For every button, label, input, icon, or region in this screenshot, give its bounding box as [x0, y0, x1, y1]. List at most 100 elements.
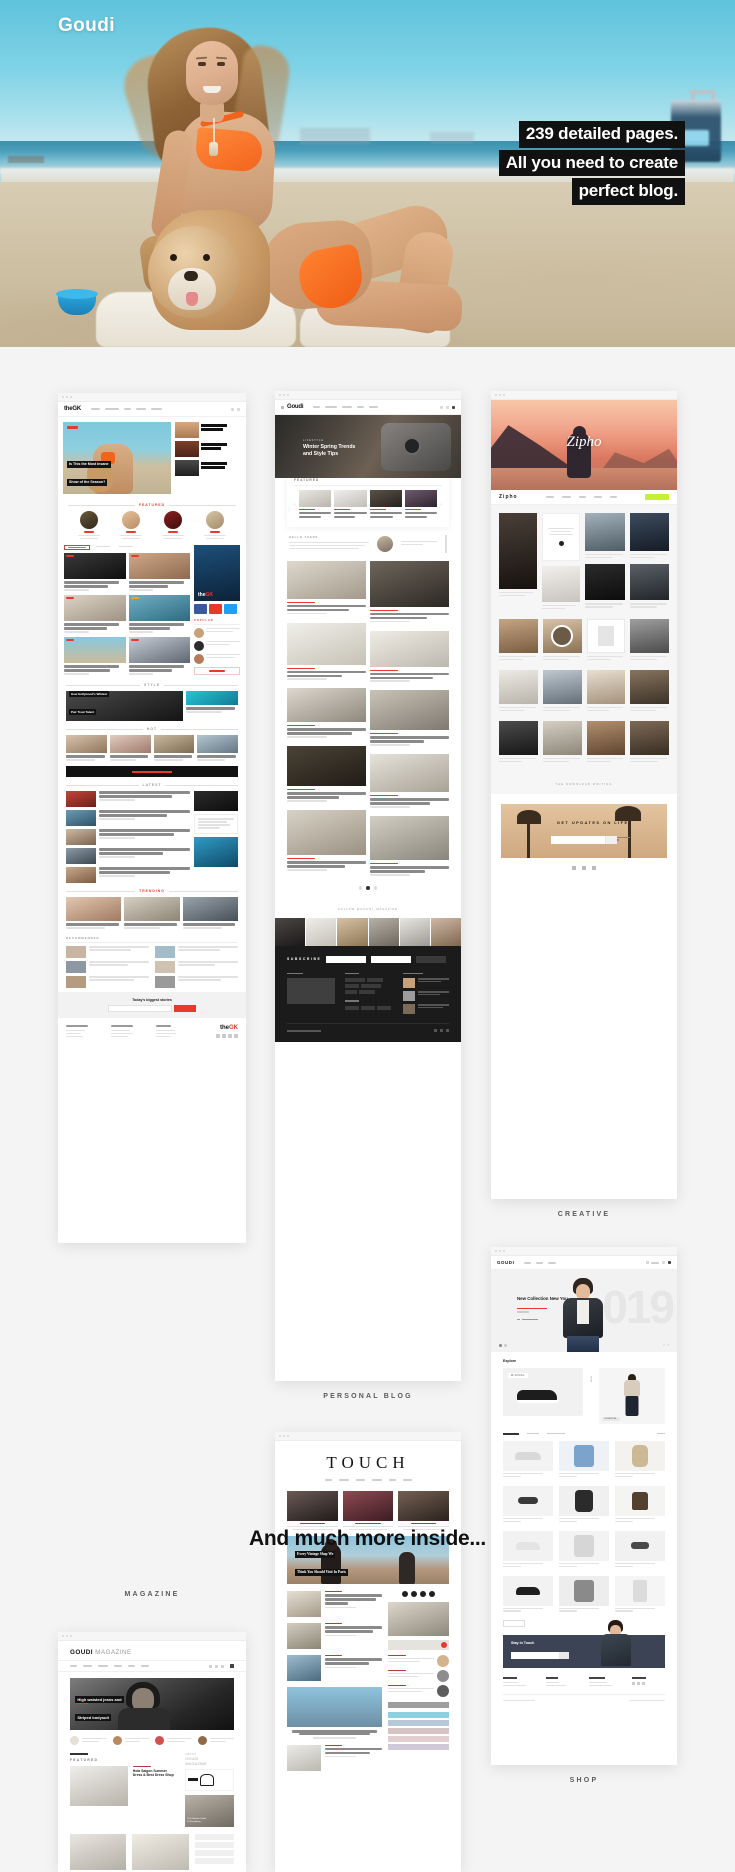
mini-go-button[interactable]: [605, 835, 617, 844]
mini-article-card[interactable]: [128, 637, 190, 676]
hamburger-icon[interactable]: [281, 405, 284, 409]
twitter-icon[interactable]: [440, 1029, 443, 1033]
mini-popular-item[interactable]: [387, 1685, 449, 1698]
mini-article-card[interactable]: [64, 553, 126, 592]
preview-card-shop[interactable]: GOUDI 019 New Collection New You ‹ › Exp…: [491, 1247, 677, 1765]
mini-footer-post[interactable]: [403, 1004, 449, 1015]
mini-latest-item[interactable]: [66, 848, 190, 865]
mini-rec-item[interactable]: [155, 976, 238, 989]
mini-featured-item[interactable]: [369, 490, 402, 520]
mini-post-card[interactable]: [287, 746, 366, 803]
facebook-icon[interactable]: [194, 603, 207, 614]
mini-sidebar-image[interactable]: The Ultimate Guide To Everything: [185, 1795, 234, 1828]
mini-featured-item[interactable]: [334, 490, 367, 520]
mini-tag[interactable]: [367, 978, 383, 983]
mini-tag[interactable]: [359, 990, 375, 995]
mini-nav-link[interactable]: [578, 496, 586, 498]
mini-nav-link[interactable]: [402, 1479, 412, 1481]
mini-nav-link[interactable]: [128, 1665, 135, 1667]
mini-email-input[interactable]: [371, 955, 412, 963]
mini-product-card[interactable]: [559, 1575, 609, 1614]
mini-latest-item[interactable]: [66, 829, 190, 846]
mini-grid-image[interactable]: [586, 669, 626, 704]
mini-rec-item[interactable]: [66, 976, 149, 989]
instagram-photo[interactable]: [275, 917, 306, 946]
twitter-icon[interactable]: [637, 1682, 640, 1686]
mini-nav-link[interactable]: [593, 496, 602, 498]
twitter-icon[interactable]: [410, 1591, 417, 1598]
twitter-icon[interactable]: [582, 865, 586, 870]
mini-nav-link[interactable]: [124, 408, 132, 410]
mini-rec-item[interactable]: [66, 946, 149, 959]
mini-rec-item[interactable]: [155, 961, 238, 974]
mini-footer-post[interactable]: [403, 978, 449, 989]
mini-tag[interactable]: [345, 978, 365, 983]
pinterest-icon[interactable]: [428, 1591, 435, 1598]
mini-newsletter-image[interactable]: GET UPDATES ON LIFE.: [501, 803, 667, 858]
mini-nav-link[interactable]: [83, 1665, 92, 1667]
instagram-icon[interactable]: [642, 1682, 645, 1686]
mini-post-card[interactable]: [287, 810, 366, 872]
facebook-icon[interactable]: [572, 865, 576, 870]
mini-hero-image[interactable]: Is This the Most Insane Show of the Seas…: [63, 422, 171, 494]
mini-side-item[interactable]: [175, 422, 241, 438]
mini-grid-image[interactable]: [585, 564, 625, 601]
mini-category-chip[interactable]: [387, 1712, 449, 1719]
preview-card-magazine[interactable]: theGK Is This the Most Insane Show of th…: [58, 393, 246, 1243]
mini-trending-item[interactable]: [124, 897, 180, 930]
instagram-photo[interactable]: [399, 917, 430, 946]
mini-list-item[interactable]: [287, 1687, 382, 1739]
mini-nav-link[interactable]: [536, 1261, 544, 1264]
mini-email-input[interactable]: [511, 1652, 559, 1660]
mini-hero-image[interactable]: LIFESTYLE Winter Spring Trends and Style …: [275, 415, 461, 478]
mini-footer-post[interactable]: [403, 991, 449, 1002]
mini-subscribe-button[interactable]: [644, 494, 669, 500]
mini-article-card[interactable]: [128, 595, 190, 634]
mini-product-card[interactable]: [615, 1575, 665, 1614]
mini-nav-link[interactable]: [114, 1665, 122, 1667]
mini-product-card[interactable]: [559, 1485, 609, 1524]
carousel-dot[interactable]: [499, 1344, 502, 1347]
mini-load-more-button[interactable]: [503, 1620, 525, 1628]
preview-card-goudi-magazine[interactable]: GOUDI MAGAZINE High waisted jeans and St…: [58, 1632, 246, 1872]
mini-featured-item[interactable]: [298, 490, 332, 520]
facebook-icon[interactable]: [209, 1664, 212, 1668]
mini-category-chip[interactable]: [387, 1744, 449, 1751]
mini-category-chip[interactable]: [387, 1736, 449, 1743]
mini-tag[interactable]: [345, 1006, 359, 1011]
mini-grid-image[interactable]: [132, 1834, 189, 1871]
mini-author-chip[interactable]: [112, 1736, 149, 1745]
mini-product-card[interactable]: [559, 1440, 609, 1479]
mini-hero-banner[interactable]: 019 New Collection New You ‹ ›: [491, 1270, 677, 1352]
mini-nav-link[interactable]: [388, 1479, 396, 1481]
mini-grid-image[interactable]: [630, 669, 669, 704]
carousel-next-icon[interactable]: ›: [579, 1409, 580, 1413]
instagram-icon[interactable]: [592, 865, 596, 870]
pagination-dot[interactable]: [358, 886, 363, 890]
mini-grid-image[interactable]: [542, 669, 582, 704]
mini-nav-link[interactable]: [70, 1665, 77, 1667]
mini-sidebar-cta[interactable]: [194, 666, 240, 675]
pagination-dot-active[interactable]: [366, 886, 370, 890]
mini-sort-control[interactable]: [657, 1433, 665, 1435]
mini-style-thumb[interactable]: [186, 691, 238, 706]
mini-post-card[interactable]: [287, 688, 366, 739]
twitter-icon[interactable]: [224, 603, 237, 614]
carousel-prev-icon[interactable]: ‹: [663, 1342, 664, 1347]
mini-explore-card[interactable]: MINIMAL ›: [503, 1368, 583, 1416]
mini-grid-image[interactable]: [629, 564, 669, 601]
mini-grid-image[interactable]: [586, 720, 626, 755]
mini-product-card[interactable]: [615, 1440, 665, 1479]
mini-quote-card[interactable]: [542, 513, 580, 561]
menu-icon[interactable]: [237, 407, 240, 411]
mini-hot-item[interactable]: [197, 735, 238, 762]
facebook-icon[interactable]: [216, 1034, 220, 1039]
mini-popular-item[interactable]: [387, 1670, 449, 1683]
mini-trending-item[interactable]: [182, 897, 238, 930]
mini-list-item[interactable]: [287, 1591, 382, 1618]
mini-list-item[interactable]: [287, 1655, 382, 1682]
mini-go-button[interactable]: [559, 1652, 569, 1660]
instagram-icon[interactable]: [221, 1664, 224, 1668]
mini-banner-strip[interactable]: [66, 766, 238, 778]
mini-author-chip[interactable]: [155, 1736, 192, 1745]
